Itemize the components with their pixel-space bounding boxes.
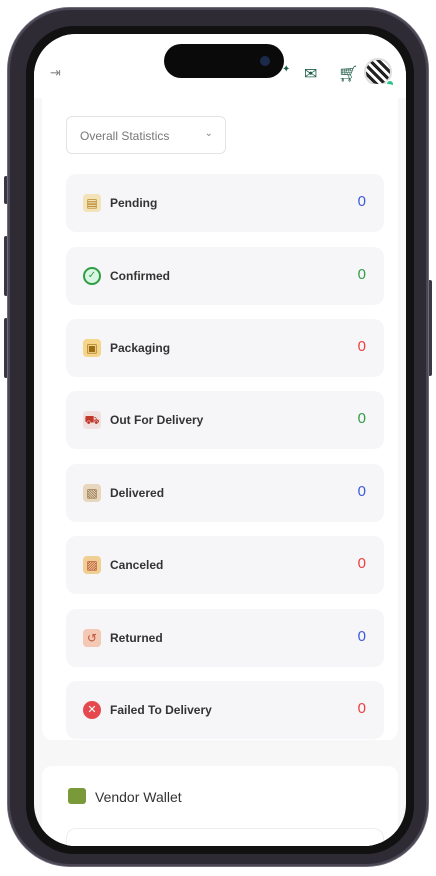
sidebar-toggle-icon[interactable]: ⇥ (50, 66, 61, 81)
stat-value: 0 (357, 338, 366, 355)
stat-row-packaging[interactable]: ▣ Packaging 0 (66, 319, 384, 377)
statistics-filter-select[interactable]: Overall Statistics ⌄ (66, 116, 226, 154)
wallet-title: Vendor Wallet (95, 789, 182, 805)
stat-value: 0 (357, 700, 366, 717)
stat-label: Pending (110, 196, 158, 210)
stat-label: Failed To Delivery (110, 703, 212, 717)
check-circle-icon: ✓ (83, 267, 101, 285)
stat-label: Packaging (110, 341, 171, 355)
stat-label: Canceled (110, 558, 164, 572)
failed-icon: ✕ (83, 701, 101, 719)
notification-icon[interactable]: ✦ (282, 64, 290, 75)
box-delivered-icon: ▧ (83, 484, 101, 502)
package-icon: ▣ (83, 339, 101, 357)
front-camera (260, 56, 270, 66)
phone-bezel: ⇥ ✦ ✉ 🛒︎ Overall Statistics ⌄ ▤ Pending … (26, 26, 414, 854)
wallet-icon (68, 788, 86, 804)
stat-value: 0 (357, 410, 366, 427)
statistics-filter-value: Overall Statistics (80, 129, 170, 143)
stat-value: 0 (357, 628, 366, 645)
stat-value: 0 (357, 193, 366, 210)
order-statistics-card: Overall Statistics ⌄ ▤ Pending 0 ✓ Confi… (42, 84, 398, 740)
stat-row-pending[interactable]: ▤ Pending 0 (66, 174, 384, 232)
stat-row-delivered[interactable]: ▧ Delivered 0 (66, 464, 384, 522)
stat-row-canceled[interactable]: ▨ Canceled 0 (66, 536, 384, 594)
phone-frame: ⇥ ✦ ✉ 🛒︎ Overall Statistics ⌄ ▤ Pending … (8, 8, 428, 866)
power-button (428, 280, 432, 376)
wallet-balance-panel (66, 828, 384, 846)
stat-label: Delivered (110, 486, 165, 500)
dynamic-island (164, 44, 284, 78)
stat-row-confirmed[interactable]: ✓ Confirmed 0 (66, 247, 384, 305)
truck-icon: ⛟ (83, 411, 101, 429)
return-box-icon: ↺ (83, 629, 101, 647)
stat-label: Returned (110, 631, 163, 645)
stat-row-returned[interactable]: ↺ Returned 0 (66, 609, 384, 667)
stat-row-failed-to-delivery[interactable]: ✕ Failed To Delivery 0 (66, 681, 384, 739)
stat-row-out-for-delivery[interactable]: ⛟ Out For Delivery 0 (66, 391, 384, 449)
chat-icon[interactable]: ✉ (304, 64, 317, 83)
stat-value: 0 (357, 483, 366, 500)
app-screen: ⇥ ✦ ✉ 🛒︎ Overall Statistics ⌄ ▤ Pending … (34, 34, 406, 846)
stat-label: Confirmed (110, 269, 170, 283)
stat-value: 0 (357, 555, 366, 572)
stat-value: 0 (357, 266, 366, 283)
box-canceled-icon: ▨ (83, 556, 101, 574)
cart-icon[interactable]: 🛒︎ (338, 64, 358, 83)
clipboard-icon: ▤ (83, 194, 101, 212)
stat-label: Out For Delivery (110, 413, 204, 427)
chevron-down-icon: ⌄ (204, 128, 213, 139)
vendor-wallet-card: Vendor Wallet (42, 766, 398, 846)
